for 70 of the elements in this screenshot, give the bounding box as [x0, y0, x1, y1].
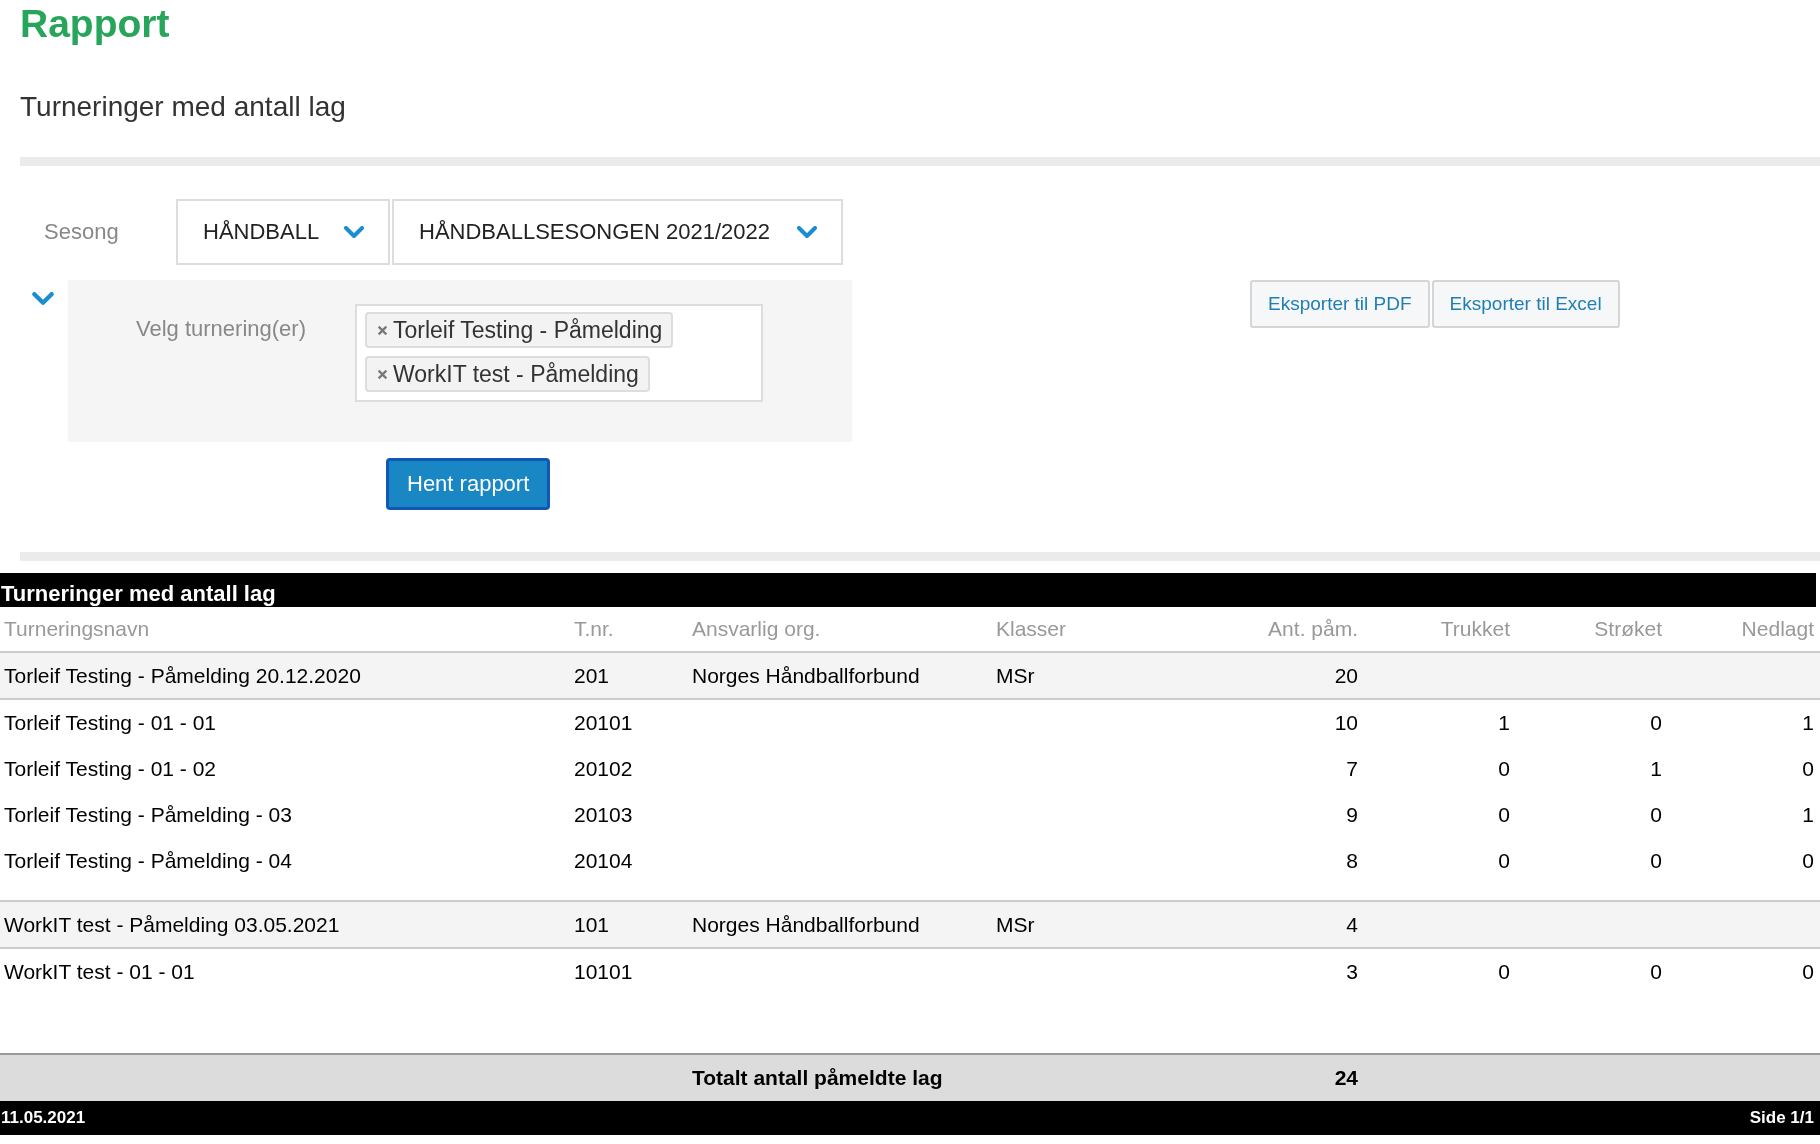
season-label: Sesong: [43, 219, 120, 245]
table-cell-text: 0: [1801, 757, 1814, 781]
total-label: Totalt antall påmeldte lag: [692, 1066, 944, 1090]
table-cell-text: 20103: [574, 803, 634, 827]
table-cell-text: 0: [1497, 803, 1510, 827]
table-cell-text: MSr: [996, 912, 1036, 937]
table-cell-text: 20: [1333, 663, 1358, 688]
export-button[interactable]: Eksporter til Excel: [1431, 280, 1620, 328]
column-header: Ant. påm.: [1267, 617, 1358, 641]
table-cell-text: Torleif Testing - Påmelding - 04: [4, 849, 293, 873]
column-header: Nedlagt: [1740, 617, 1814, 641]
report-date: 11.05.2021: [1, 1108, 86, 1128]
chevron-down-icon[interactable]: [32, 292, 54, 306]
table-cell-text: 1: [1801, 711, 1814, 735]
table-cell-text: 9: [1345, 803, 1358, 827]
table-cell-text: 0: [1801, 960, 1814, 984]
get-report-button[interactable]: Hent rapport: [386, 458, 551, 510]
column-header: Klasser: [996, 617, 1068, 641]
table-cell-text: 1: [1801, 803, 1814, 827]
total-value: 24: [1333, 1066, 1358, 1090]
table-cell-text: 3: [1345, 960, 1358, 984]
tag-label: WorkIT test - Påmelding: [393, 360, 639, 388]
table-cell-text: 20102: [574, 757, 634, 781]
table-cell-text: 10: [1333, 711, 1358, 735]
table-cell-text: 10101: [574, 960, 634, 984]
table-cell-text: Torleif Testing - 01 - 01: [4, 711, 218, 735]
column-header: Ansvarlig org.: [692, 617, 822, 641]
table-cell-text: 7: [1345, 757, 1358, 781]
table-cell-text: WorkIT test - Påmelding 03.05.2021: [4, 912, 341, 937]
table-cell-text: 1: [1497, 711, 1510, 735]
table-cell-text: 20104: [574, 849, 634, 873]
chevron-down-icon: [344, 225, 364, 239]
sport-select[interactable]: HÅNDBALL: [176, 199, 390, 265]
remove-icon[interactable]: [377, 368, 388, 380]
table-cell-text: 0: [1497, 849, 1510, 873]
table-cell-text: Torleif Testing - Påmelding - 03: [4, 803, 293, 827]
page-number: Side 1/1: [1749, 1108, 1814, 1128]
column-header: Strøket: [1593, 617, 1662, 641]
table-cell-text: Norges Håndballforbund: [692, 663, 921, 688]
table-cell-text: 0: [1649, 803, 1662, 827]
tournament-multiselect[interactable]: Torleif Testing - Påmelding WorkIT test - Påmelding: [355, 304, 763, 402]
table-cell-text: 0: [1649, 960, 1662, 984]
table-cell-text: Torleif Testing - 01 - 02: [4, 757, 218, 781]
table-cell-text: 201: [574, 663, 611, 688]
table-cell-text: 0: [1497, 960, 1510, 984]
table-cell-text: 0: [1497, 757, 1510, 781]
table-cell-text: 0: [1649, 849, 1662, 873]
table-cell-text: 0: [1801, 849, 1814, 873]
column-header: Trukket: [1439, 617, 1510, 641]
table-cell-text: 1: [1649, 757, 1662, 781]
column-header: Turneringsnavn: [4, 617, 151, 641]
table-cell-text: 4: [1345, 912, 1358, 937]
table-cell-text: WorkIT test - 01 - 01: [4, 960, 196, 984]
report-heading: Turneringer med antall lag: [20, 90, 346, 124]
season-select[interactable]: HÅNDBALLSESONGEN 2021/2022: [392, 199, 843, 265]
column-header: T.nr.: [574, 617, 615, 641]
table-cell-text: MSr: [996, 663, 1036, 688]
chevron-down-icon: [797, 225, 817, 239]
page-title: Rapport: [20, 2, 170, 46]
table-cell-text: Norges Håndballforbund: [692, 912, 921, 937]
table-cell-text: 101: [574, 912, 611, 937]
table-cell-text: Torleif Testing - Påmelding 20.12.2020: [4, 663, 362, 688]
tag-label: Torleif Testing - Påmelding: [393, 316, 663, 344]
table-cell-text: 20101: [574, 711, 634, 735]
table-cell-text: 8: [1345, 849, 1358, 873]
remove-icon[interactable]: [377, 324, 388, 336]
table-cell-text: 0: [1649, 711, 1662, 735]
report-title: Turneringer med antall lag: [0, 581, 276, 607]
export-button[interactable]: Eksporter til PDF: [1250, 280, 1430, 328]
tournament-label: Velg turnering(er): [136, 316, 307, 342]
